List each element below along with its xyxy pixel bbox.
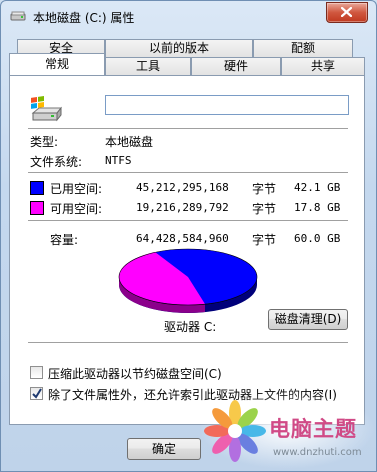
compress-label[interactable]: 压缩此驱动器以节约磁盘空间(C) — [48, 365, 222, 382]
tab-hardware[interactable]: 硬件 — [191, 57, 281, 75]
separator — [28, 128, 348, 129]
disk-cleanup-button[interactable]: 磁盘清理(D) — [268, 309, 348, 330]
watermark-url: www.dnzhuti.com — [273, 447, 362, 458]
drive-icon — [10, 11, 26, 21]
compress-checkbox[interactable] — [30, 366, 43, 379]
drive-letter-label: 驱动器 C: — [164, 320, 217, 334]
tab-quota[interactable]: 配额 — [253, 39, 353, 57]
used-space-human: 42.1 GB — [294, 181, 341, 194]
capacity-human: 60.0 GB — [294, 232, 341, 245]
type-value: 本地磁盘 — [105, 135, 154, 149]
close-button[interactable] — [326, 2, 368, 23]
disk-usage-pie — [118, 248, 258, 313]
separator — [28, 342, 348, 343]
free-space-label: 可用空间: — [50, 202, 103, 216]
filesystem-value: NTFS — [105, 154, 132, 167]
type-label: 类型: — [30, 135, 59, 149]
tab-strip: 安全 以前的版本 配额 常规 工具 硬件 共享 — [9, 39, 369, 75]
separator — [28, 172, 348, 173]
tab-general[interactable]: 常规 — [9, 53, 105, 75]
used-space-swatch — [30, 181, 44, 195]
used-space-unit: 字节 — [252, 182, 277, 196]
free-space-human: 17.8 GB — [294, 201, 341, 214]
windows-drive-icon — [31, 96, 62, 122]
free-space-swatch — [30, 201, 44, 215]
title-bar[interactable]: 本地磁盘 (C:) 属性 — [1, 1, 376, 31]
close-icon — [341, 7, 352, 17]
separator — [28, 220, 348, 221]
window-title: 本地磁盘 (C:) 属性 — [33, 11, 135, 25]
drive-name-input[interactable] — [105, 95, 349, 115]
tab-previous-versions[interactable]: 以前的版本 — [105, 39, 253, 57]
capacity-label: 容量: — [50, 233, 79, 247]
properties-window: 本地磁盘 (C:) 属性 安全 以前的版本 配额 常规 工具 硬件 共享 类型:… — [0, 0, 377, 472]
used-space-bytes: 45,212,295,168 — [136, 181, 229, 194]
general-panel: 类型: 本地磁盘 文件系统: NTFS 已用空间: 45,212,295,168… — [9, 75, 365, 425]
free-space-bytes: 19,216,289,792 — [136, 201, 229, 214]
free-space-unit: 字节 — [252, 202, 277, 216]
used-space-label: 已用空间: — [50, 182, 103, 196]
filesystem-label: 文件系统: — [30, 155, 83, 169]
capacity-bytes: 64,428,584,960 — [136, 232, 229, 245]
tab-sharing[interactable]: 共享 — [281, 57, 365, 75]
watermark-title: 电脑主题 — [269, 417, 357, 441]
tab-tools[interactable]: 工具 — [105, 57, 191, 75]
checkmark-icon — [32, 388, 42, 399]
ok-button[interactable]: 确定 — [127, 438, 201, 460]
index-checkbox[interactable] — [30, 387, 43, 400]
